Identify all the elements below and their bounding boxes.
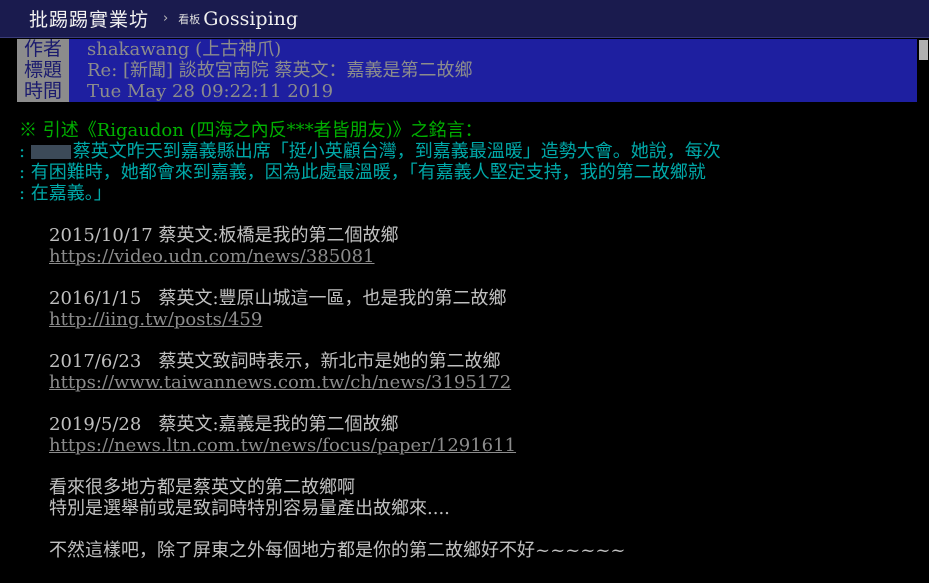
- time-value: Tue May 28 09:22:11 2019: [69, 81, 917, 102]
- title-value: Re: [新聞] 談故宮南院 蔡英文：嘉義是第二故鄉: [69, 60, 917, 81]
- title-tag: 標題: [17, 60, 69, 81]
- closing-line-1: 看來很多地方都是蔡英文的第二故鄉啊: [49, 477, 355, 498]
- closing-line-3: 不然這樣吧，除了屏東之外每個地方都是你的第二故鄉好不好~~~~~~: [49, 540, 626, 561]
- author-tag: 作者: [17, 39, 69, 60]
- board-label: 看板: [178, 12, 201, 26]
- quote-line-1-text: 蔡英文昨天到嘉義縣出席「挺小英顧台灣，到嘉義最溫暖」造勢大會。她說，每次: [72, 141, 721, 162]
- time-row: 時間 Tue May 28 09:22:11 2019: [17, 81, 917, 102]
- entry-text: 2016/1/15 蔡英文:豐原山城這一區，也是我的第二故鄉: [49, 288, 507, 309]
- quote-line-2: : 有困難時，她都會來到嘉義，因為此處最溫暖，「有嘉義人堅定支持，我的第二故鄉就: [19, 162, 706, 183]
- quote-header: ※ 引述《Rigaudon (四海之內反***者皆朋友)》之銘言：: [19, 120, 483, 141]
- title-row: 標題 Re: [新聞] 談故宮南院 蔡英文：嘉義是第二故鄉: [17, 60, 917, 81]
- list-item: 2017/6/23 蔡英文致詞時表示，新北市是她的第二故鄉 https://ww…: [49, 351, 899, 393]
- top-navigation-bar: 批踢踢實業坊 › 看板 Gossiping: [0, 0, 929, 38]
- quote-prefix: :: [19, 141, 31, 162]
- entry-text: 2019/5/28 蔡英文:嘉義是我的第二個故鄉: [49, 414, 399, 435]
- entry-link[interactable]: https://video.udn.com/news/385081: [49, 246, 375, 267]
- list-item: 2019/5/28 蔡英文:嘉義是我的第二個故鄉 https://news.lt…: [49, 414, 899, 456]
- redacted-block: [30, 145, 71, 159]
- scrollbar-thumb[interactable]: [919, 40, 928, 60]
- list-item: 2016/1/15 蔡英文:豐原山城這一區，也是我的第二故鄉 http://ii…: [49, 288, 899, 330]
- article-content: ※ 引述《Rigaudon (四海之內反***者皆朋友)》之銘言： : 蔡英文昨…: [19, 120, 899, 561]
- breadcrumb-separator: ›: [163, 11, 169, 26]
- site-name-link[interactable]: 批踢踢實業坊: [29, 5, 149, 32]
- closing-line-2: 特別是選舉前或是致詞時特別容易量產出故鄉來....: [49, 498, 450, 519]
- entry-link[interactable]: https://www.taiwannews.com.tw/ch/news/31…: [49, 372, 511, 393]
- article-metadata: 作者 shakawang (上古神爪) 標題 Re: [新聞] 談故宮南院 蔡英…: [17, 39, 917, 102]
- board-name-link[interactable]: Gossiping: [203, 8, 298, 30]
- entry-text: 2015/10/17 蔡英文:板橋是我的第二個故鄉: [49, 225, 399, 246]
- quote-line-3: : 在嘉義。」: [19, 183, 112, 204]
- entry-text: 2017/6/23 蔡英文致詞時表示，新北市是她的第二故鄉: [49, 351, 501, 372]
- list-item: 2015/10/17 蔡英文:板橋是我的第二個故鄉 https://video.…: [49, 225, 899, 267]
- author-row: 作者 shakawang (上古神爪): [17, 39, 917, 60]
- entry-link[interactable]: https://news.ltn.com.tw/news/focus/paper…: [49, 435, 516, 456]
- article-body: 2015/10/17 蔡英文:板橋是我的第二個故鄉 https://video.…: [49, 225, 899, 561]
- author-value: shakawang (上古神爪): [69, 39, 917, 60]
- quote-line-1: : 蔡英文昨天到嘉義縣出席「挺小英顧台灣，到嘉義最溫暖」造勢大會。她說，每次: [19, 141, 899, 162]
- closing-paragraph-1: 看來很多地方都是蔡英文的第二故鄉啊 特別是選舉前或是致詞時特別容易量產出故鄉來..…: [49, 477, 899, 519]
- entry-link[interactable]: http://iing.tw/posts/459: [49, 309, 262, 330]
- time-tag: 時間: [17, 81, 69, 102]
